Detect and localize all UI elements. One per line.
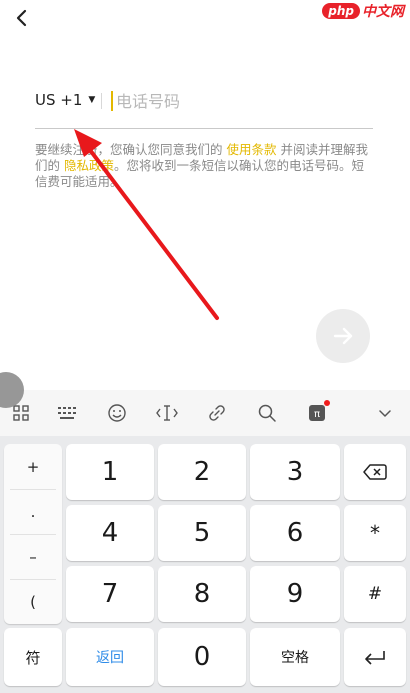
key-hash[interactable]: #: [344, 566, 406, 622]
backspace-key[interactable]: [344, 444, 406, 500]
search-icon[interactable]: [242, 390, 292, 436]
symbol-key[interactable]: 符: [4, 628, 62, 686]
key-4[interactable]: 4: [66, 505, 154, 561]
symbol-column: + . – (: [4, 444, 62, 624]
back-key[interactable]: 返回: [66, 628, 154, 686]
emoji-icon[interactable]: [92, 390, 142, 436]
key-dash[interactable]: –: [4, 534, 62, 579]
app-plugin-icon[interactable]: π: [292, 390, 342, 436]
keyboard-layout-icon[interactable]: [42, 390, 92, 436]
key-6[interactable]: 6: [250, 505, 340, 561]
key-0[interactable]: 0: [158, 628, 246, 686]
next-button[interactable]: [316, 309, 370, 363]
notification-dot: [324, 400, 330, 406]
key-5[interactable]: 5: [158, 505, 246, 561]
key-asterisk[interactable]: *: [344, 505, 406, 561]
svg-text:π: π: [314, 409, 320, 420]
cursor-move-icon[interactable]: [142, 390, 192, 436]
space-key[interactable]: 空格: [250, 628, 340, 686]
key-2[interactable]: 2: [158, 444, 246, 500]
keyboard-toolbar: π: [0, 390, 410, 436]
enter-key[interactable]: [344, 628, 406, 686]
backspace-icon: [363, 464, 387, 480]
key-3[interactable]: 3: [250, 444, 340, 500]
enter-icon: [365, 651, 385, 665]
key-9[interactable]: 9: [250, 566, 340, 622]
key-dot[interactable]: .: [4, 489, 62, 534]
key-7[interactable]: 7: [66, 566, 154, 622]
key-8[interactable]: 8: [158, 566, 246, 622]
key-1[interactable]: 1: [66, 444, 154, 500]
key-paren[interactable]: (: [4, 579, 62, 624]
key-plus[interactable]: +: [4, 444, 62, 489]
link-icon[interactable]: [192, 390, 242, 436]
collapse-keyboard-icon[interactable]: [360, 390, 410, 436]
arrow-right-icon: [333, 327, 353, 345]
